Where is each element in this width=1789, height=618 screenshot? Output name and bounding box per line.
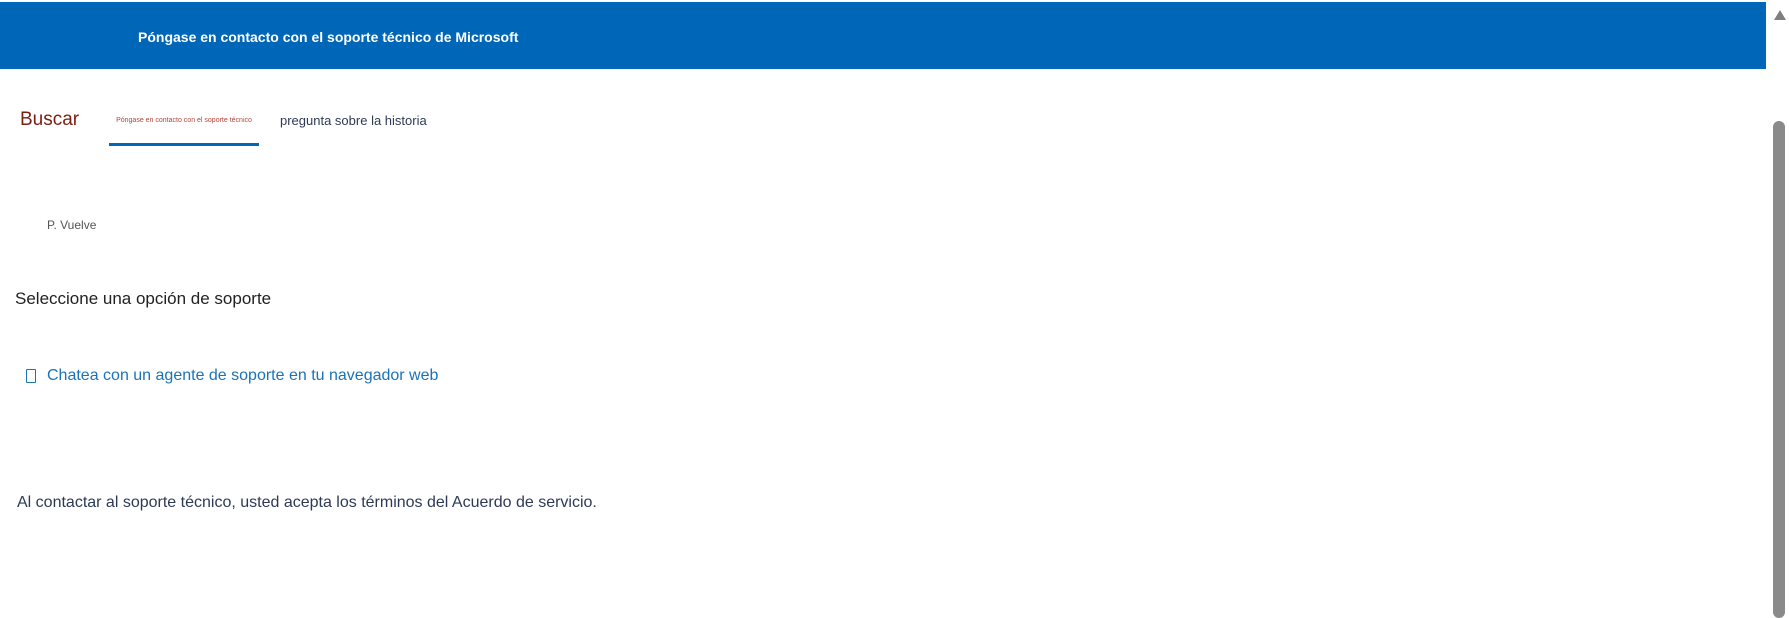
tab-bar: Buscar Póngase en contacto con el soport… bbox=[0, 100, 800, 148]
support-options-heading: Seleccione una opción de soporte bbox=[15, 289, 272, 308]
tab-history[interactable]: pregunta sobre la historia bbox=[280, 113, 427, 128]
chat-support-option[interactable]: Chatea con un agente de soporte en tu na… bbox=[26, 367, 438, 385]
header-title: Póngase en contacto con el soporte técni… bbox=[138, 29, 519, 45]
support-page: Póngase en contacto con el soporte técni… bbox=[0, 0, 1789, 618]
back-link[interactable]: P. Vuelve bbox=[47, 218, 96, 232]
header-bar: Póngase en contacto con el soporte técni… bbox=[0, 2, 1766, 69]
terms-notice: Al contactar al soporte técnico, usted a… bbox=[17, 494, 597, 511]
vertical-scrollbar[interactable] bbox=[1769, 0, 1789, 618]
tab-search[interactable]: Buscar bbox=[20, 109, 79, 131]
active-tab-indicator bbox=[109, 143, 259, 146]
chat-support-option-label: Chatea con un agente de soporte en tu na… bbox=[47, 367, 439, 384]
tab-contact-support[interactable]: Póngase en contacto con el soporte técni… bbox=[109, 100, 259, 146]
scrollbar-thumb[interactable] bbox=[1773, 121, 1785, 618]
chat-window-icon bbox=[26, 369, 36, 383]
scroll-up-arrow-icon[interactable] bbox=[1774, 10, 1786, 20]
tab-contact-support-label: Póngase en contacto con el soporte técni… bbox=[116, 117, 252, 124]
